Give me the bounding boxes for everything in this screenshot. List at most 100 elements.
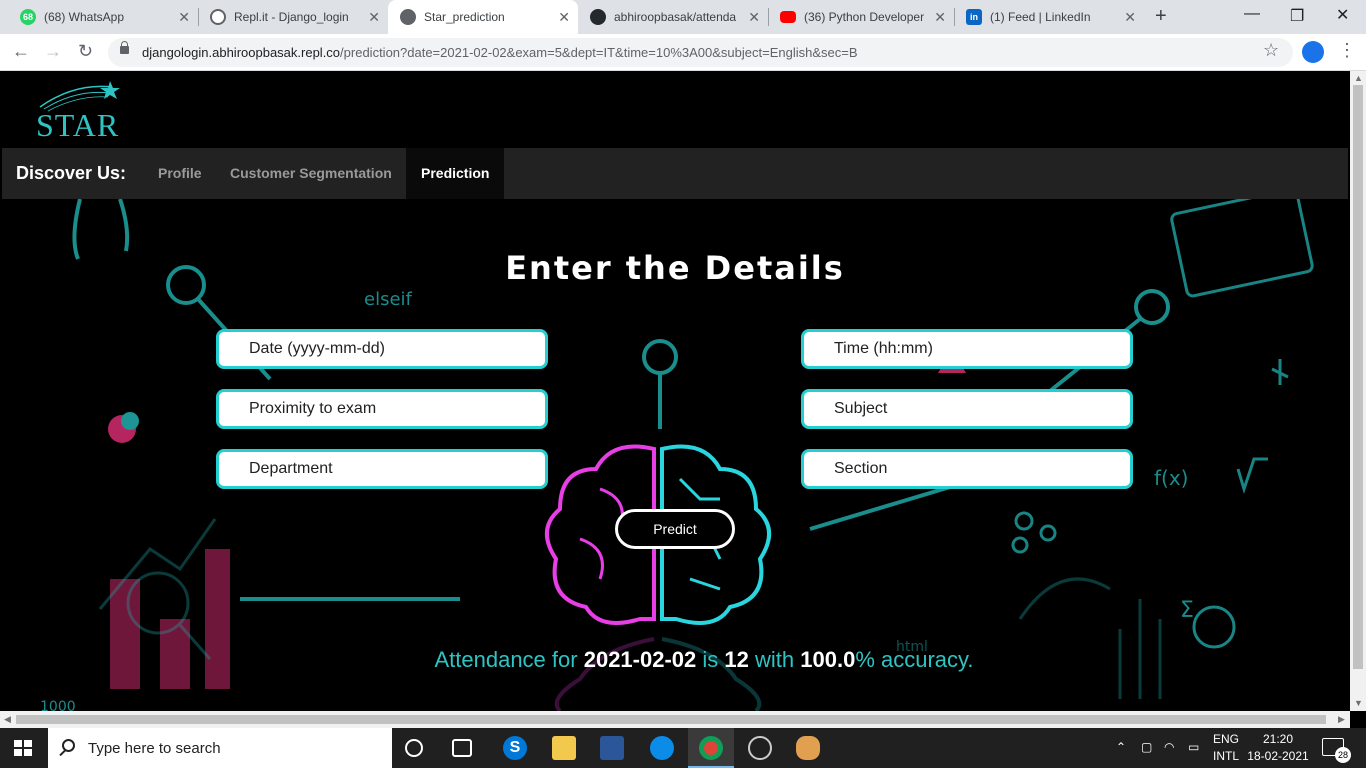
nav-prediction[interactable]: Prediction bbox=[406, 148, 505, 199]
wifi-icon[interactable]: ◠ bbox=[1164, 740, 1174, 754]
obs-icon[interactable] bbox=[748, 736, 772, 760]
scroll-thumb[interactable] bbox=[16, 715, 1326, 724]
task-view-icon[interactable] bbox=[452, 739, 472, 757]
svg-text:1000: 1000 bbox=[40, 699, 76, 711]
close-window-button[interactable]: ✕ bbox=[1336, 5, 1349, 25]
chrome-icon[interactable] bbox=[699, 736, 723, 760]
tab-linkedin[interactable]: in (1) Feed | LinkedIn ✕ bbox=[954, 0, 1144, 34]
github-icon bbox=[590, 9, 606, 25]
result-with: with bbox=[755, 647, 795, 672]
skype-icon[interactable]: S bbox=[503, 736, 527, 760]
close-tab-icon[interactable]: ✕ bbox=[178, 9, 190, 26]
youtube-icon bbox=[780, 11, 796, 23]
result-date: 2021-02-02 bbox=[583, 647, 697, 672]
nav-customer-segmentation[interactable]: Customer Segmentation bbox=[215, 148, 407, 199]
scroll-right-icon[interactable]: ▶ bbox=[1338, 714, 1345, 725]
maximize-button[interactable]: ❐ bbox=[1290, 6, 1304, 26]
cortana-icon[interactable] bbox=[405, 739, 423, 757]
result-prefix: Attendance for bbox=[434, 647, 578, 672]
notification-count: 28 bbox=[1335, 747, 1351, 763]
time-field[interactable] bbox=[801, 329, 1133, 369]
lock-icon[interactable] bbox=[120, 41, 129, 54]
taskbar-search-box[interactable]: Type here to search bbox=[48, 728, 392, 768]
svg-text:elseif: elseif bbox=[364, 289, 413, 310]
close-tab-icon[interactable]: ✕ bbox=[748, 9, 760, 26]
notification-center-icon[interactable]: 28 bbox=[1322, 738, 1351, 763]
tab-star-prediction[interactable]: Star_prediction ✕ bbox=[388, 0, 578, 34]
tab-title: Star_prediction bbox=[424, 10, 505, 24]
globe-icon bbox=[400, 9, 416, 25]
prediction-result: Attendance for 2021-02-02 is 12 with 100… bbox=[0, 647, 1350, 673]
exam-proximity-field[interactable] bbox=[216, 389, 548, 429]
search-placeholder: Type here to search bbox=[88, 740, 221, 757]
windows-taskbar: Type here to search S ⌃ ▢ ◠ ▭ ENG INTL 2… bbox=[0, 728, 1366, 768]
edge-icon[interactable] bbox=[650, 736, 674, 760]
section-field[interactable] bbox=[801, 449, 1133, 489]
result-accuracy: 100.0 bbox=[800, 647, 856, 672]
tab-title: (36) Python Developer bbox=[804, 10, 925, 24]
browser-menu-icon[interactable]: ⋮ bbox=[1338, 40, 1356, 61]
brand-label: Discover Us: bbox=[16, 163, 127, 183]
close-tab-icon[interactable]: ✕ bbox=[558, 9, 570, 26]
windows-start-icon[interactable] bbox=[14, 740, 32, 756]
show-hidden-icons[interactable]: ⌃ bbox=[1116, 740, 1126, 754]
tab-title: (1) Feed | LinkedIn bbox=[990, 10, 1091, 24]
reload-button[interactable]: ↻ bbox=[78, 41, 93, 62]
meet-now-icon[interactable]: ▢ bbox=[1141, 740, 1152, 754]
word-icon[interactable] bbox=[600, 736, 624, 760]
predict-button[interactable]: Predict bbox=[615, 509, 735, 549]
svg-text:Σ: Σ bbox=[1180, 598, 1194, 623]
logo-text: STAR bbox=[36, 107, 120, 143]
result-is: is bbox=[702, 647, 719, 672]
lang-code: ENG bbox=[1213, 732, 1240, 746]
forward-button[interactable]: → bbox=[44, 41, 62, 62]
taskbar-clock[interactable]: 21:20 18-02-2021 bbox=[1240, 731, 1316, 765]
file-explorer-icon[interactable] bbox=[552, 736, 576, 760]
whatsapp-icon: 68 bbox=[20, 9, 36, 25]
clock-date: 18-02-2021 bbox=[1247, 749, 1309, 763]
paint-icon[interactable] bbox=[796, 736, 820, 760]
date-field[interactable] bbox=[216, 329, 548, 369]
scroll-left-icon[interactable]: ◀ bbox=[4, 714, 11, 725]
result-count: 12 bbox=[724, 647, 749, 672]
scroll-down-icon[interactable]: ▼ bbox=[1354, 698, 1363, 708]
new-tab-button[interactable]: + bbox=[1155, 5, 1167, 28]
clock-time: 21:20 bbox=[1262, 732, 1294, 746]
close-tab-icon[interactable]: ✕ bbox=[1124, 9, 1136, 26]
result-suffix: % accuracy. bbox=[855, 647, 974, 672]
language-indicator[interactable]: ENG INTL bbox=[1213, 731, 1239, 765]
scroll-thumb[interactable] bbox=[1353, 85, 1363, 669]
scroll-up-icon[interactable]: ▲ bbox=[1354, 73, 1363, 83]
tab-youtube[interactable]: (36) Python Developer ✕ bbox=[768, 0, 954, 34]
back-button[interactable]: ← bbox=[12, 41, 30, 62]
tab-title: Repl.it - Django_login bbox=[234, 10, 349, 24]
linkedin-icon: in bbox=[966, 9, 982, 25]
vertical-scrollbar[interactable]: ▲ ▼ bbox=[1350, 71, 1366, 711]
close-tab-icon[interactable]: ✕ bbox=[368, 9, 380, 26]
battery-icon[interactable]: ▭ bbox=[1188, 740, 1199, 754]
tab-replit[interactable]: Repl.it - Django_login ✕ bbox=[198, 0, 388, 34]
browser-toolbar: ← → ↻ djangologin.abhiroopbasak.repl.co/… bbox=[0, 34, 1366, 71]
svg-text:f(x): f(x) bbox=[1154, 466, 1188, 490]
close-tab-icon[interactable]: ✕ bbox=[934, 9, 946, 26]
horizontal-scrollbar[interactable]: ◀ ▶ bbox=[0, 711, 1350, 728]
search-icon bbox=[62, 739, 75, 752]
tab-title: abhiroopbasak/attenda bbox=[614, 10, 737, 24]
profile-avatar[interactable] bbox=[1302, 41, 1324, 63]
lang-layout: INTL bbox=[1213, 749, 1240, 763]
browser-tab-strip: 68 (68) WhatsApp ✕ Repl.it - Django_logi… bbox=[0, 0, 1366, 34]
replit-icon bbox=[210, 9, 226, 25]
tab-whatsapp[interactable]: 68 (68) WhatsApp ✕ bbox=[8, 0, 198, 34]
tab-title: (68) WhatsApp bbox=[44, 10, 125, 24]
nav-profile[interactable]: Profile bbox=[143, 148, 217, 199]
bookmark-star-icon[interactable]: ☆ bbox=[1263, 40, 1279, 61]
page-content: STAR Discover Us: Profile Customer Segme… bbox=[0, 71, 1350, 711]
tab-github[interactable]: abhiroopbasak/attenda ✕ bbox=[578, 0, 768, 34]
form-heading: Enter the Details bbox=[505, 249, 845, 287]
site-navbar: Discover Us: Profile Customer Segmentati… bbox=[2, 148, 1348, 199]
department-field[interactable] bbox=[216, 449, 548, 489]
address-bar[interactable]: djangologin.abhiroopbasak.repl.co/predic… bbox=[108, 38, 1293, 67]
subject-field[interactable] bbox=[801, 389, 1133, 429]
minimize-button[interactable]: — bbox=[1244, 5, 1260, 23]
url-text: djangologin.abhiroopbasak.repl.co/predic… bbox=[142, 45, 858, 60]
